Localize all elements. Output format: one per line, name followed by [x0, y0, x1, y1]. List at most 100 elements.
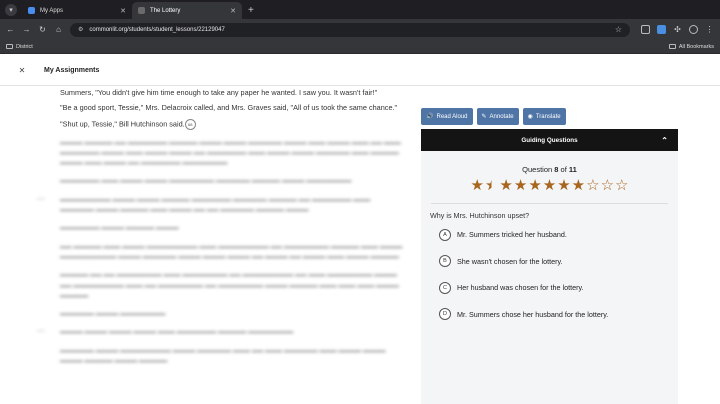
locked-paragraph: ▁▁ ▁▁▁▁▁▁▁▁▁ ▁▁▁▁ ▁▁▁▁ ▁▁▁▁▁ ▁▁▁▁▁▁▁ ▁▁▁▁…: [37, 191, 371, 212]
line-number: ▁▁: [37, 326, 45, 333]
url-text: commonlit.org/students/student_lessons/2…: [89, 26, 225, 33]
question-total: 11: [568, 165, 577, 174]
cursor-marker-icon: 68: [184, 118, 196, 130]
star-filled-icon: ★: [513, 177, 528, 194]
option-text: She wasn't chosen for the lottery.: [457, 256, 563, 266]
locked-paragraph: ▁▁▁▁▁▁▁ ▁▁▁▁ ▁▁▁▁▁ ▁▁▁▁: [60, 220, 179, 230]
option-letter-badge: A: [439, 228, 451, 241]
star-empty-icon: ☆: [600, 177, 615, 194]
locked-paragraph: ▁▁▁▁▁▁ ▁▁▁▁ ▁▁▁▁▁▁▁▁▁ ▁▁▁▁ ▁▁▁▁▁▁ ▁▁▁ ▁▁…: [60, 342, 386, 363]
reading-tools: 🔊 Read Aloud ✎ Annotate ◉ Translate: [421, 108, 566, 125]
bookmark-label: All Bookmarks: [678, 43, 714, 50]
extension-blue-icon[interactable]: [657, 25, 666, 34]
new-tab-button[interactable]: +: [242, 2, 260, 19]
page-title: My Assignments: [44, 66, 100, 74]
bookmark-label: District: [16, 43, 33, 50]
translate-button[interactable]: ◉ Translate: [522, 108, 566, 125]
option-text: Mr. Summers tricked her husband.: [457, 230, 567, 239]
browser-toolbar: ← → ↻ ⌂ ⚙ commonlit.org/students/student…: [0, 19, 720, 40]
locked-paragraph: ▁▁▁▁▁▁ ▁▁▁▁ ▁▁▁▁▁▁▁▁: [60, 306, 166, 316]
home-icon[interactable]: ⌂: [54, 25, 63, 34]
star-filled-icon: ★: [499, 177, 513, 194]
browser-tab-the-lottery[interactable]: The Lottery ✕: [132, 2, 242, 19]
reading-passage: Summers, "You didn't give him time enoug…: [37, 88, 405, 371]
site-info-icon[interactable]: ⚙: [78, 26, 83, 33]
divider: [431, 203, 668, 204]
pencil-icon: ✎: [481, 114, 487, 120]
star-filled-icon: ★: [571, 177, 586, 194]
chevron-down-icon: ▾: [5, 3, 17, 16]
locked-passage-text: ▁▁▁▁ ▁▁▁▁▁ ▁▁ ▁▁▁▁▁▁▁ ▁▁▁▁▁ ▁▁▁▁ ▁▁▁▁ ▁▁…: [37, 134, 405, 364]
bookmarks-bar: District All Bookmarks: [0, 40, 720, 54]
locked-paragraph: ▁▁▁▁▁▁▁ ▁▁▁ ▁▁▁▁ ▁▁▁▁ ▁▁▁▁▁▁▁▁ ▁▁▁▁▁▁ ▁▁…: [60, 173, 352, 183]
address-bar[interactable]: ⚙ commonlit.org/students/student_lessons…: [70, 22, 630, 37]
bookmark-folder-district[interactable]: District: [6, 44, 33, 50]
profile-avatar-icon[interactable]: [689, 25, 698, 34]
tab-label: My Apps: [40, 7, 64, 14]
question-number: 8: [554, 165, 559, 174]
question-word: Question: [522, 165, 553, 174]
chevron-up-icon[interactable]: ⌃: [661, 136, 668, 145]
guiding-questions-header[interactable]: Guiding Questions ⌃: [421, 129, 678, 151]
extension-shield-icon[interactable]: [641, 25, 650, 34]
more-menu-icon[interactable]: ⋮: [705, 25, 714, 34]
answer-option-b[interactable]: B She wasn't chosen for the lottery.: [439, 255, 678, 268]
star-filled-icon: ★: [528, 177, 542, 194]
answer-option-a[interactable]: A Mr. Summers tricked her husband.: [439, 228, 678, 241]
question-prompt: Why is Mrs. Hutchinson upset?: [430, 211, 530, 220]
translate-label: Translate: [535, 113, 561, 120]
question-progress-stars: ★ ★ ★ ★ ★ ★ ★ ★ ☆ ☆ ☆: [421, 178, 678, 194]
option-letter-badge: B: [439, 255, 451, 267]
star-empty-icon: ☆: [615, 177, 629, 194]
locked-paragraph: ▁▁ ▁▁▁▁ ▁▁▁▁ ▁▁▁▁ ▁▁▁▁ ▁▁▁ ▁▁▁▁▁▁▁ ▁▁▁▁▁ …: [37, 324, 294, 334]
passage-text: "Shut up, Tessie," Bill Hutchinson said.: [60, 119, 185, 129]
close-icon[interactable]: ✕: [230, 7, 236, 15]
all-bookmarks-button[interactable]: All Bookmarks: [668, 43, 714, 50]
bookmark-star-icon[interactable]: ☆: [615, 25, 622, 34]
read-aloud-button[interactable]: 🔊 Read Aloud: [421, 108, 473, 125]
extensions-puzzle-icon[interactable]: ✣: [673, 25, 682, 34]
back-arrow-icon[interactable]: ←: [6, 25, 15, 34]
option-letter-badge: D: [439, 308, 451, 320]
tab-label: The Lottery: [150, 7, 181, 14]
locked-paragraph: ▁▁▁▁▁ ▁▁ ▁▁ ▁▁▁▁▁▁▁▁ ▁▁▁ ▁▁▁▁▁▁▁▁ ▁▁ ▁▁▁…: [60, 267, 399, 297]
star-filled-icon: ★: [542, 177, 557, 194]
option-letter-badge: C: [439, 281, 451, 294]
commonlit-favicon-icon: [138, 7, 145, 14]
close-icon[interactable]: ✕: [0, 66, 44, 75]
passage-paragraph: Summers, "You didn't give him time enoug…: [60, 88, 378, 97]
read-aloud-label: Read Aloud: [436, 113, 468, 120]
annotate-button[interactable]: ✎ Annotate: [476, 108, 519, 125]
option-text: Her husband was chosen for the lottery.: [457, 283, 584, 292]
question-of: of: [560, 165, 567, 174]
answer-options: A Mr. Summers tricked her husband. B She wa…: [439, 228, 678, 321]
tab-search-button[interactable]: ▾: [0, 0, 22, 19]
guiding-questions-title: Guiding Questions: [521, 136, 578, 144]
my-apps-favicon-icon: [28, 7, 35, 14]
annotate-label: Annotate: [489, 113, 514, 120]
star-half-icon: ★: [484, 177, 499, 194]
passage-paragraph: "Be a good sport, Tessie," Mrs. Delacroi…: [60, 103, 398, 113]
app-header: ✕ My Assignments: [0, 55, 720, 86]
star-filled-icon: ★: [557, 177, 571, 194]
forward-arrow-icon[interactable]: →: [22, 25, 31, 34]
locked-paragraph: ▁▁ ▁▁▁▁▁ ▁▁▁ ▁▁▁▁ ▁▁▁▁▁▁▁▁▁ ▁▁▁ ▁▁▁▁▁▁▁▁…: [60, 238, 403, 258]
globe-icon: ◉: [527, 114, 533, 120]
star-empty-icon: ☆: [586, 177, 600, 194]
folder-icon: [668, 44, 676, 49]
answer-option-d[interactable]: D Mr. Summers chose her husband for the l…: [439, 308, 678, 321]
speaker-icon: 🔊: [426, 114, 434, 120]
folder-icon: [6, 44, 13, 49]
passage-paragraph: "Shut up, Tessie," Bill Hutchinson said.…: [60, 118, 405, 130]
star-filled-icon: ★: [470, 177, 484, 194]
reload-icon[interactable]: ↻: [38, 25, 47, 34]
browser-tab-strip: ▾ My Apps ✕ The Lottery ✕ +: [0, 0, 720, 19]
answer-option-c[interactable]: C Her husband was chosen for the lottery.: [439, 281, 678, 294]
locked-paragraph: ▁▁▁▁ ▁▁▁▁▁ ▁▁ ▁▁▁▁▁▁▁ ▁▁▁▁▁ ▁▁▁▁ ▁▁▁▁ ▁▁…: [60, 134, 401, 165]
close-icon[interactable]: ✕: [120, 7, 126, 15]
option-text: Mr. Summers chose her husband for the lo…: [457, 309, 609, 319]
guiding-questions-panel: Guiding Questions ⌃ Question 8 of 11 ★ ★ ★…: [421, 129, 678, 404]
question-counter: Question 8 of 11: [421, 165, 678, 174]
line-number: ▁▁: [37, 193, 45, 200]
browser-tab-my-apps[interactable]: My Apps ✕: [22, 2, 132, 19]
